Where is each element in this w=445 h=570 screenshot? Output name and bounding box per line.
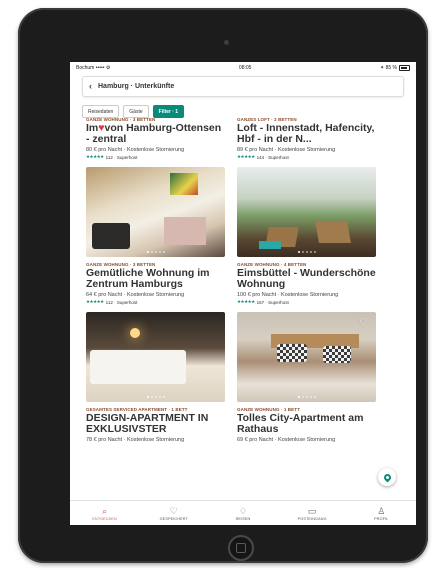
listing-title: Eimsbüttel - Wunderschöne Wohnung [237,268,376,290]
listing-photo[interactable] [86,312,225,402]
listing-type: GANZE WOHNUNG · 3 BETTEN [86,262,156,267]
search-text: Hamburg · Unterkünfte [98,83,175,90]
tab-gespeichert[interactable]: ♡ GESPEICHERT [144,506,204,521]
camera-icon [224,40,229,45]
review-count: 112 · Superhost [105,154,138,160]
tab-label: GESPEICHERT [159,516,188,521]
inbox-icon: ▭ [307,505,317,516]
tab-label: ENTDECKEN [92,516,117,521]
listing-grid: GANZE WOHNUNG · 3 BETTEN Im♥von Hamburg-… [86,115,376,443]
listing-type: GANZES LOFT · 2 BETTEN [237,117,297,122]
search-icon: ⌕ [102,505,108,516]
tab-label: POSTEINGANG [297,516,327,521]
listing-type: GANZE WOHNUNG · 4 BETTEN [237,262,307,267]
review-count: 144 · Superhost [256,154,289,160]
save-heart-icon[interactable]: ♡ [359,318,368,328]
listing-price: 89 € pro Nacht · Kostenlose Stornierung [237,147,336,153]
listing-type: GANZE WOHNUNG · 1 BETT [237,407,300,412]
listing-price: 100 € pro Nacht · Kostenlose Stornierung [237,292,339,298]
listing-price: 80 € pro Nacht · Kostenlose Stornierung [86,147,185,153]
listing-card[interactable]: GANZE WOHNUNG · 3 BETTEN Gemütliche Wohn… [86,167,225,305]
status-right: ✶ 85 % [380,65,410,71]
photo-pager-dots [237,251,376,253]
map-pin-icon [382,472,392,482]
back-arrow-icon[interactable]: ‹ [89,82,92,91]
listing-photo[interactable] [237,167,376,257]
battery-icon [398,65,410,71]
review-count: 112 · Superhost [105,299,138,305]
bottom-tab-bar: ⌕ ENTDECKEN ♡ GESPEICHERT ♢ REISEN ▭ POS… [70,500,416,525]
tab-reisen[interactable]: ♢ REISEN [213,506,273,521]
airbnb-logo-icon: ♢ [238,505,247,516]
listing-title: Gemütliche Wohnung im Zentrum Hamburgs [86,268,210,290]
home-button[interactable] [228,535,254,561]
listing-title: Im♥von Hamburg-Ottensen - zentral [86,123,222,145]
listing-card[interactable]: GANZES LOFT · 2 BETTEN Loft - Innenstadt… [237,115,376,160]
listing-title: Loft - Innenstadt, Hafencity, Hbf - in d… [237,123,375,145]
photo-pager-dots [237,396,376,398]
review-count: 167 · Superhost [256,299,289,305]
tab-entdecken[interactable]: ⌕ ENTDECKEN [75,506,135,521]
tab-label: REISEN [235,516,251,521]
listing-type: GESAMTES SERVICED APARTMENT · 1 BETT [86,407,188,412]
tab-profil[interactable]: ♙ PROFIL [351,506,411,521]
status-battery-text: ✶ 85 % [380,65,397,71]
map-button[interactable] [378,468,396,486]
photo-pager-dots [86,251,225,253]
listing-photo[interactable]: ♡ [237,312,376,402]
listing-type: GANZE WOHNUNG · 3 BETTEN [86,117,156,122]
listing-price: 69 € pro Nacht · Kostenlose Stornierung [237,437,336,443]
listing-photo[interactable] [86,167,225,257]
listing-card[interactable]: GANZE WOHNUNG · 4 BETTEN Eimsbüttel - Wu… [237,167,376,305]
listing-card[interactable]: GESAMTES SERVICED APARTMENT · 1 BETT DES… [86,312,225,443]
status-bar: Bochum ••••• ⚙ 08:05 ✶ 85 % [70,62,416,74]
listing-price: 78 € pro Nacht · Kostenlose Stornierung [86,437,185,443]
listing-price: 64 € pro Nacht · Kostenlose Stornierung [86,292,185,298]
photo-pager-dots [86,396,225,398]
tab-label: PROFIL [374,516,389,521]
listing-title: DESIGN-APARTMENT IN EXKLUSIVSTER ALSTERL… [86,413,209,435]
status-carrier: Bochum ••••• ⚙ [76,65,111,71]
status-time: 08:05 [238,65,252,71]
profile-icon: ♙ [377,505,386,516]
heart-icon: ♡ [169,505,178,516]
listing-title: Tolles City-Apartment am Rathaus [237,413,364,435]
listing-card[interactable]: GANZE WOHNUNG · 3 BETTEN Im♥von Hamburg-… [86,115,225,160]
app-screen: Bochum ••••• ⚙ 08:05 ✶ 85 % ‹ Hamburg · … [70,62,416,525]
search-bar[interactable]: ‹ Hamburg · Unterkünfte [82,76,404,97]
ipad-device: Bochum ••••• ⚙ 08:05 ✶ 85 % ‹ Hamburg · … [18,8,428,563]
listing-card[interactable]: ♡ GANZE WOHNUNG · 1 BETT Tolles City-Apa… [237,312,376,443]
tab-posteingang[interactable]: ▭ POSTEINGANG [282,506,342,521]
